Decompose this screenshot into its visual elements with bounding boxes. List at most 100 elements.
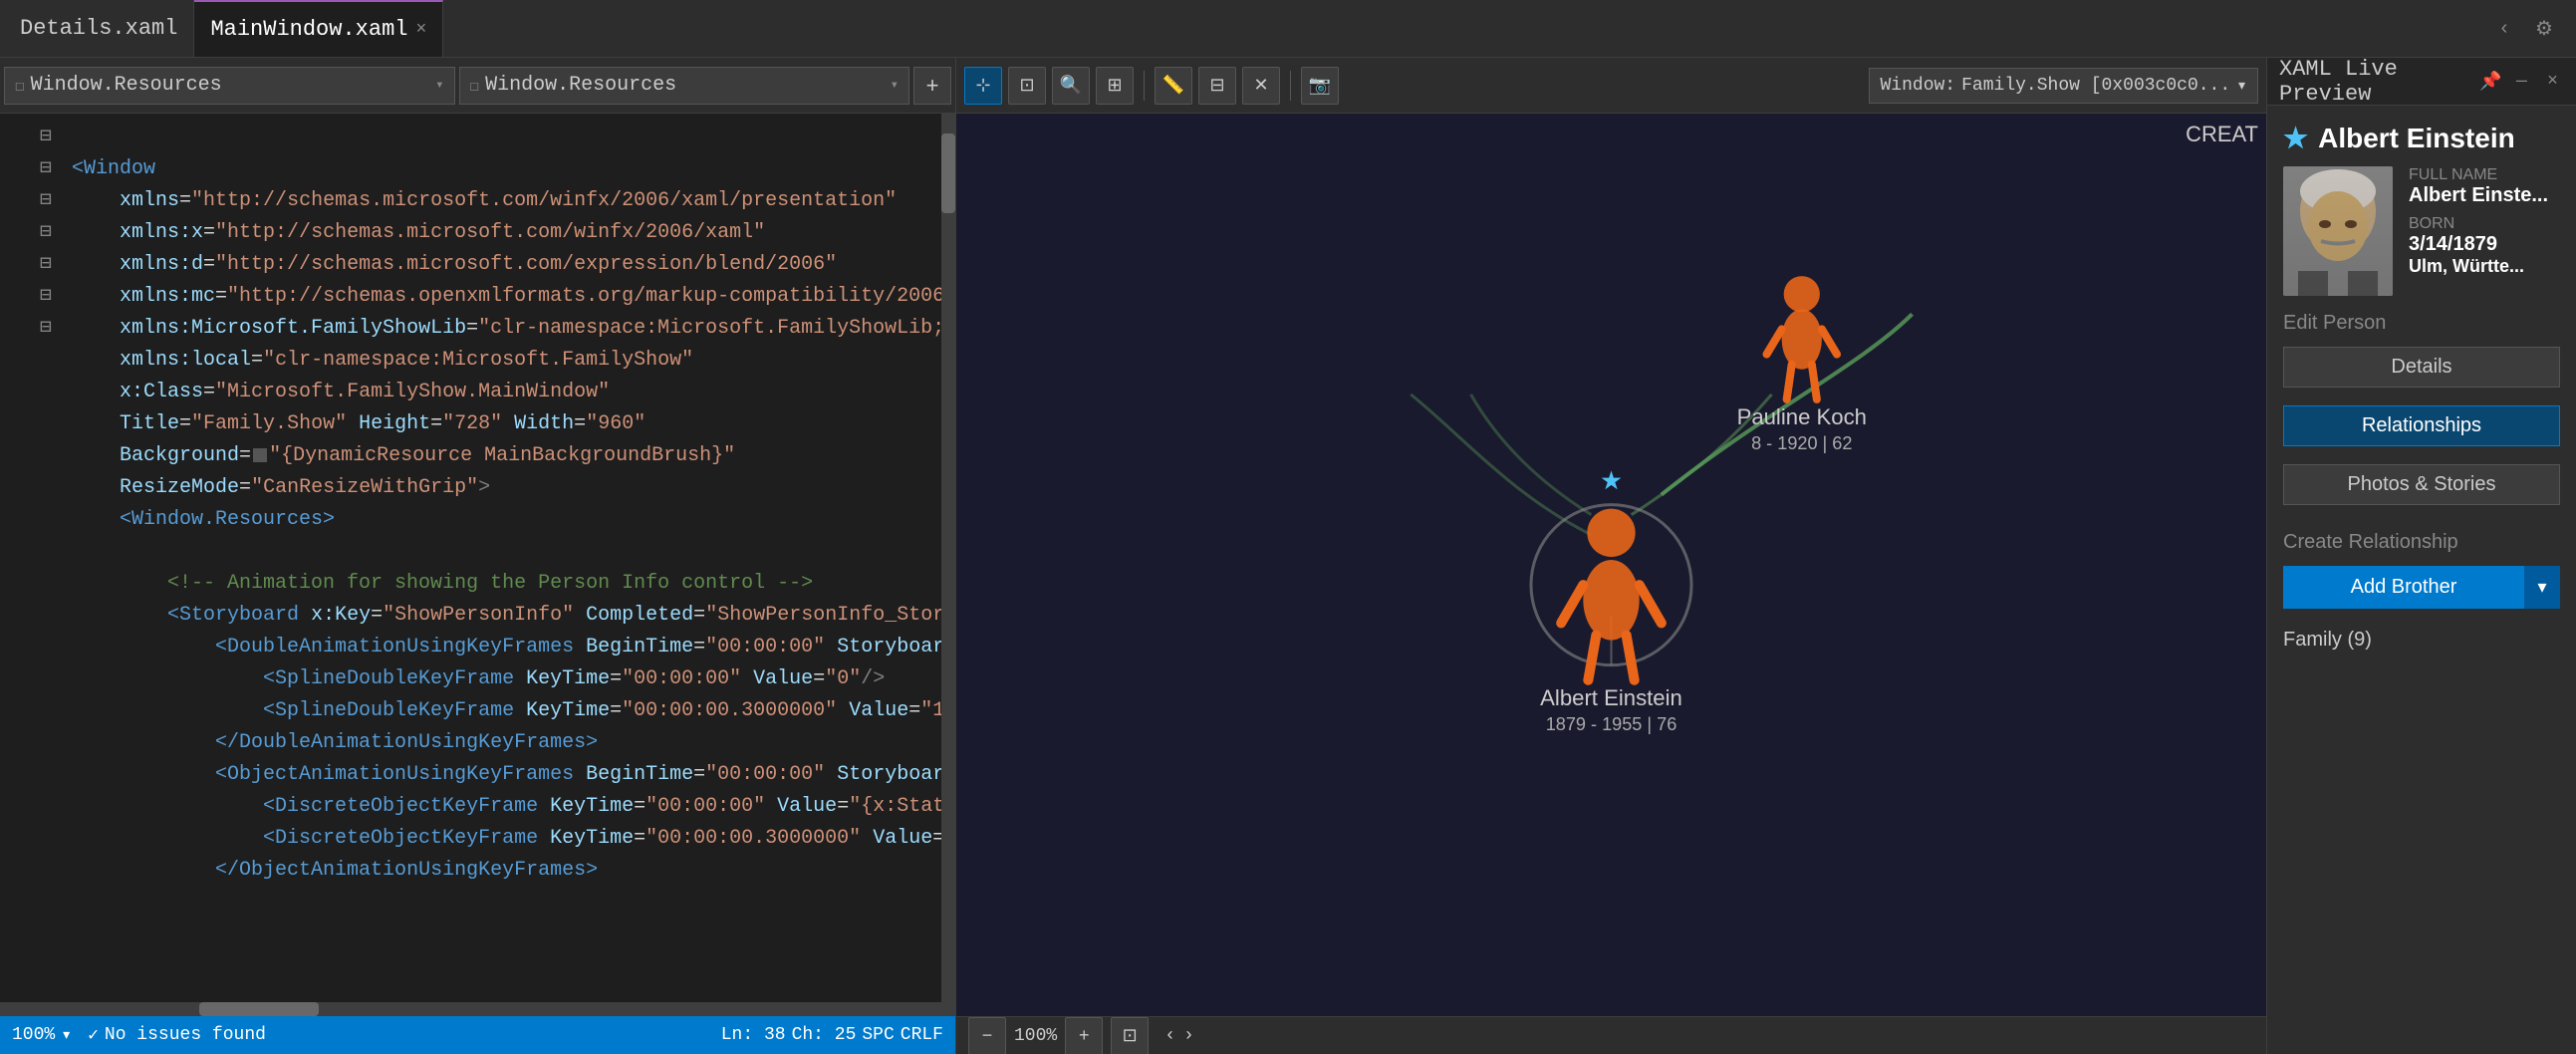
minimize-icon[interactable]: — — [2510, 68, 2533, 96]
line-numbers: ⊟ ⊟ ⊟ ⊟ — [0, 114, 60, 1002]
window-chevron-icon: ▾ — [2236, 75, 2247, 97]
dropdown-bars: ☐ Window.Resources ▾ ☐ Window.Resources … — [0, 58, 955, 114]
details-button[interactable]: Details — [2283, 347, 2560, 388]
app-root: Details.xaml MainWindow.xaml × ‹ ⚙ ☐ Win… — [0, 0, 2576, 1054]
born-date-value: 3/14/1879 — [2409, 233, 2548, 256]
person-photo — [2283, 166, 2393, 296]
scroll-right-icon: › — [1183, 1026, 1194, 1046]
svg-text:Pauline Koch: Pauline Koch — [1737, 404, 1867, 429]
pin-icon[interactable]: 📌 — [2479, 68, 2502, 96]
add-brother-row: Add Brother ▾ — [2283, 566, 2560, 609]
svg-text:8 - 1920 | 62: 8 - 1920 | 62 — [1751, 433, 1852, 453]
zoom-item: 100% ▾ — [12, 1024, 72, 1046]
person-name: Albert Einstein — [2318, 123, 2515, 154]
right-panel: XAML Live Preview 📌 — × ★ Albert Einstei… — [2267, 58, 2576, 1054]
tool-snap-btn[interactable]: ⊞ — [1096, 67, 1134, 105]
tool-zoom-btn[interactable]: 🔍 — [1052, 67, 1090, 105]
editor-scrollbar-v[interactable] — [941, 114, 955, 1002]
zoom-percent: 100% — [1014, 1026, 1057, 1046]
tool-x-btn[interactable]: ✕ — [1242, 67, 1280, 105]
xaml-live-preview-header: XAML Live Preview 📌 — × — [2267, 58, 2576, 106]
line-ending: CRLF — [901, 1025, 943, 1045]
status-text: No issues found — [105, 1025, 266, 1045]
born-place-value: Ulm, Württe... — [2409, 256, 2548, 277]
tab-action-scroll-left[interactable]: ‹ — [2488, 13, 2520, 45]
full-name-value: Albert Einste... — [2409, 184, 2548, 207]
svg-text:Albert Einstein: Albert Einstein — [1540, 685, 1682, 710]
zoom-chevron-icon: ▾ — [61, 1024, 72, 1046]
ch-number: Ch: 25 — [792, 1025, 857, 1045]
full-name-heading: Full Name — [2409, 166, 2548, 184]
chevron-down-icon-left: ▾ — [435, 77, 443, 94]
xaml-canvas: Pauline Koch 8 - 1920 | 62 ★ — [956, 114, 2266, 1016]
main-content: ☐ Window.Resources ▾ ☐ Window.Resources … — [0, 58, 2576, 1054]
einstein-photo-svg — [2283, 166, 2393, 296]
status-bar: 100% ▾ ✓ No issues found Ln: 38 Ch: 25 S… — [0, 1016, 955, 1054]
namespace-icon-left: ☐ — [15, 76, 25, 96]
dropdown-bar-right[interactable]: ☐ Window.Resources ▾ — [459, 67, 910, 105]
xaml-live-preview-title: XAML Live Preview — [2279, 58, 2463, 107]
tool-select-btn[interactable]: ⊡ — [1008, 67, 1046, 105]
editor-scrollbar-h[interactable] — [0, 1002, 955, 1016]
svg-text:★: ★ — [1601, 460, 1623, 501]
xaml-toolbar: ⊹ ⊡ 🔍 ⊞ 📏 ⊟ ✕ 📷 Window: Family.Show [0x0… — [956, 58, 2266, 114]
relationships-button[interactable]: Relationships — [2283, 405, 2560, 446]
scrollbar-h-thumb[interactable] — [199, 1002, 319, 1016]
tab-mainwindow[interactable]: MainWindow.xaml × — [194, 0, 443, 57]
tool-camera-btn[interactable]: 📷 — [1301, 67, 1339, 105]
person-name-row: ★ Albert Einstein — [2283, 122, 2560, 154]
code-content[interactable]: <Window xmlns="http://schemas.microsoft.… — [60, 114, 941, 1002]
tool-pointer-btn[interactable]: ⊹ — [964, 67, 1002, 105]
person-details: Full Name Albert Einste... Born 3/14/187… — [2409, 166, 2548, 296]
tab-details[interactable]: Details.xaml — [4, 0, 194, 57]
xaml-bottom-bar: − 100% + ⊡ ‹ › — [956, 1016, 2266, 1054]
check-icon: ✓ — [88, 1024, 99, 1046]
window-select[interactable]: Window: Family.Show [0x003c0c0... ▾ — [1869, 68, 2258, 104]
add-brother-dropdown-button[interactable]: ▾ — [2524, 566, 2560, 609]
zoom-label: 100% — [12, 1025, 55, 1045]
tab-actions: ‹ ⚙ — [2488, 13, 2572, 45]
person-panel: ★ Albert Einstein — [2267, 106, 2576, 1054]
tool-grid-btn[interactable]: ⊟ — [1198, 67, 1236, 105]
person-info-row: Full Name Albert Einste... Born 3/14/187… — [2283, 166, 2560, 296]
dropdown-bar-right-label: Window.Resources — [485, 74, 676, 97]
window-label: Window: — [1880, 76, 1955, 96]
tool-separator-2 — [1290, 71, 1291, 101]
dropdown-bar-left-label: Window.Resources — [31, 74, 222, 97]
svg-text:1879 - 1955 | 76: 1879 - 1955 | 76 — [1546, 714, 1677, 734]
tab-close-icon[interactable]: × — [415, 20, 426, 40]
zoom-out-btn[interactable]: − — [968, 1017, 1006, 1054]
tab-bar: Details.xaml MainWindow.xaml × ‹ ⚙ — [0, 0, 2576, 58]
zoom-reset-btn[interactable]: ⊡ — [1111, 1017, 1149, 1054]
creat-label: CREAT — [2186, 122, 2258, 147]
tab-action-settings[interactable]: ⚙ — [2528, 13, 2560, 45]
close-panel-icon[interactable]: × — [2541, 68, 2564, 96]
dropdown-bar-left[interactable]: ☐ Window.Resources ▾ — [4, 67, 455, 105]
line-number: Ln: 38 — [721, 1025, 786, 1045]
full-name-label: Full Name Albert Einste... — [2409, 166, 2548, 207]
edit-person-section: Edit Person — [2283, 312, 2560, 335]
scrollbar-thumb[interactable] — [941, 133, 955, 213]
status-issues: ✓ No issues found — [88, 1024, 266, 1046]
born-info: Born 3/14/1879 Ulm, Württe... — [2409, 215, 2548, 277]
zoom-in-btn[interactable]: + — [1065, 1017, 1103, 1054]
create-relationship-label: Create Relationship — [2283, 531, 2560, 554]
tool-ruler-btn[interactable]: 📏 — [1155, 67, 1192, 105]
person-star-icon: ★ — [2283, 122, 2308, 154]
xaml-preview-pane: ⊹ ⊡ 🔍 ⊞ 📏 ⊟ ✕ 📷 Window: Family.Show [0x0… — [956, 58, 2267, 1054]
born-heading: Born — [2409, 215, 2548, 233]
photos-stories-button[interactable]: Photos & Stories — [2283, 464, 2560, 505]
encoding: SPC — [862, 1025, 894, 1045]
tab-details-label: Details.xaml — [20, 16, 177, 41]
tool-separator-1 — [1144, 71, 1145, 101]
chevron-down-icon-right: ▾ — [891, 77, 899, 94]
editor-pane: ☐ Window.Resources ▾ ☐ Window.Resources … — [0, 58, 956, 1054]
family-tree-svg: Pauline Koch 8 - 1920 | 62 ★ — [956, 114, 2266, 1016]
window-value: Family.Show [0x003c0c0... — [1961, 76, 2230, 96]
code-editor: ⊟ ⊟ ⊟ ⊟ — [0, 114, 955, 1002]
dropdown-add-button[interactable]: + — [913, 67, 951, 105]
add-brother-button[interactable]: Add Brother — [2283, 566, 2524, 609]
family-section-label: Family (9) — [2283, 629, 2560, 652]
tab-mainwindow-label: MainWindow.xaml — [210, 17, 407, 42]
scroll-left-icon: ‹ — [1164, 1026, 1175, 1046]
